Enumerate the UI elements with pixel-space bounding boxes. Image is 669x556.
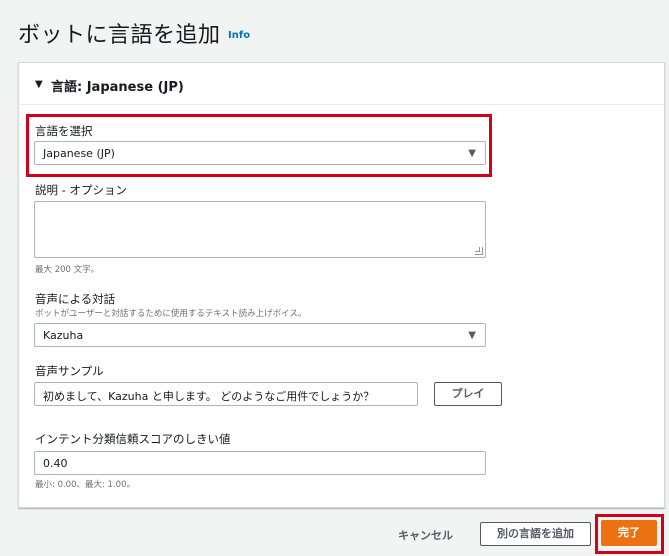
- add-another-language-button[interactable]: 別の言語を追加: [480, 522, 591, 546]
- page-title: ボットに言語を追加: [18, 23, 221, 48]
- sample-text-value: 初めまして、Kazuha と申します。 どのようなご用件でしょうか？: [43, 390, 375, 403]
- sample-text-input[interactable]: 初めまして、Kazuha と申します。 どのようなご用件でしょうか？: [34, 382, 418, 406]
- description-hint: 最大 200 文字。: [35, 265, 100, 275]
- section-title: 言語: Japanese (JP): [51, 80, 184, 95]
- description-label: 説明 - オプション: [35, 183, 127, 197]
- section-header[interactable]: ▼ 言語: Japanese (JP): [19, 63, 664, 105]
- sample-label: 音声サンプル: [35, 364, 104, 378]
- cancel-button[interactable]: キャンセル: [398, 527, 453, 543]
- highlight-box-done: [595, 514, 664, 554]
- caret-down-icon[interactable]: ▼: [35, 79, 43, 90]
- info-link[interactable]: Info: [228, 30, 250, 41]
- threshold-label: インテント分類信頼スコアのしきい値: [35, 432, 231, 446]
- threshold-hint: 最小: 0.00、最大: 1.00。: [35, 480, 135, 490]
- voice-hint: ボットがユーザーと対話するために使用するテキスト読み上げボイス。: [35, 309, 307, 319]
- play-button[interactable]: プレイ: [434, 382, 502, 406]
- chevron-down-icon: ▼: [468, 330, 476, 341]
- resize-handle-icon[interactable]: [475, 247, 483, 255]
- highlight-box-language: [26, 114, 492, 177]
- threshold-value: 0.40: [43, 457, 68, 470]
- threshold-input[interactable]: 0.40: [34, 451, 486, 475]
- voice-label: 音声による対話: [35, 292, 116, 306]
- voice-select-value: Kazuha: [43, 329, 84, 342]
- voice-select[interactable]: Kazuha ▼: [34, 323, 486, 347]
- description-textarea[interactable]: [34, 201, 486, 258]
